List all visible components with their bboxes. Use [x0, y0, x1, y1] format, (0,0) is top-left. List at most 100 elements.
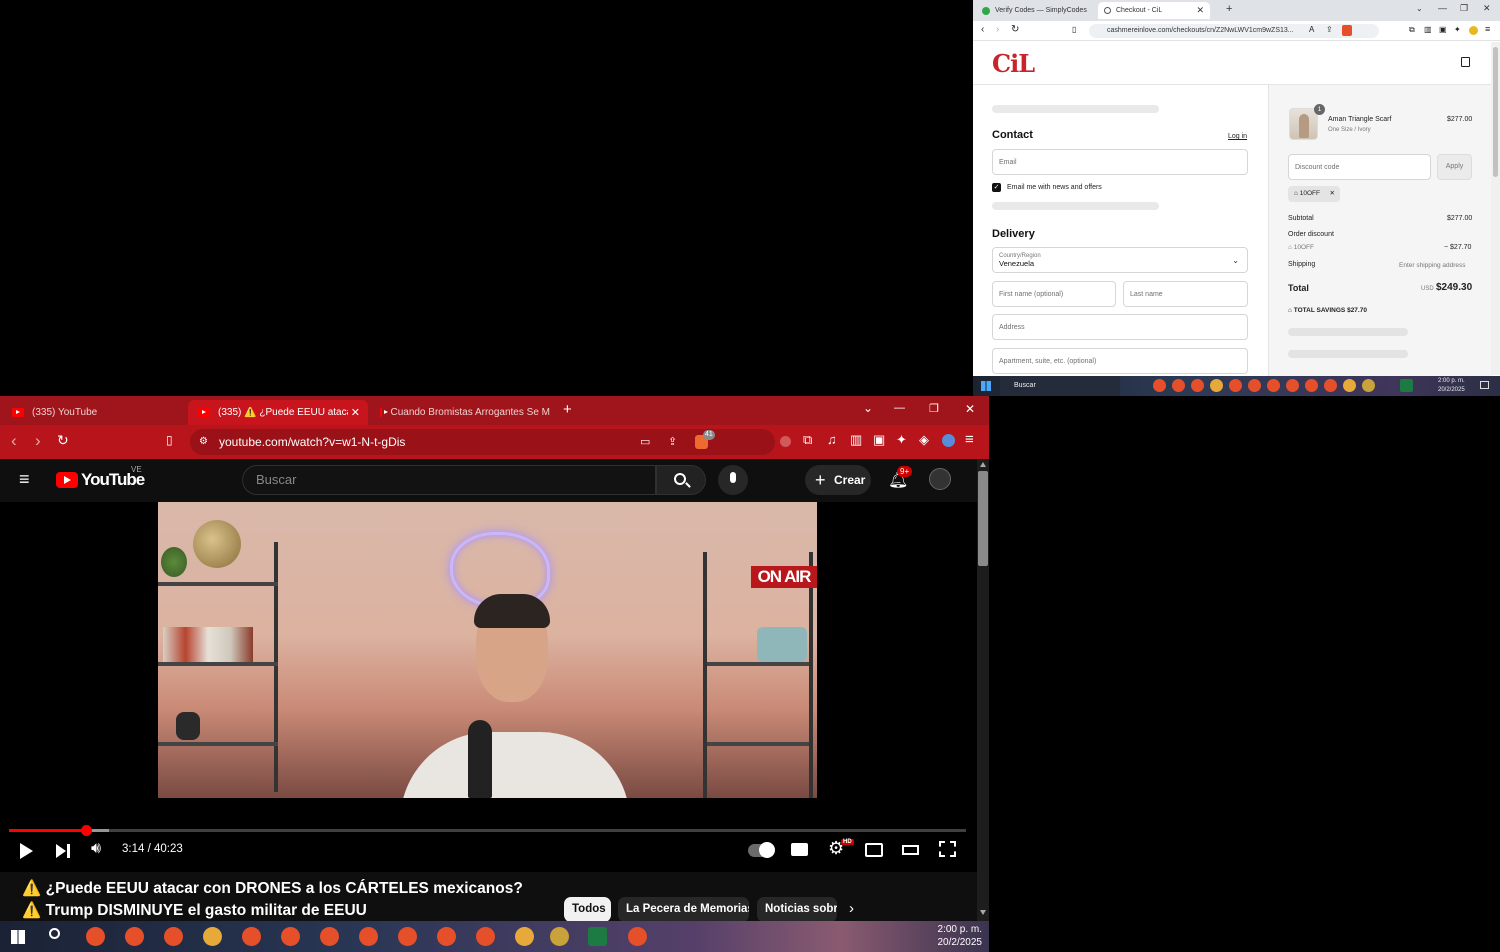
scrubber-handle[interactable]	[80, 825, 92, 836]
discount-code-field[interactable]: Discount code	[1288, 154, 1431, 180]
newsletter-checkbox[interactable]: ✓	[992, 183, 1001, 192]
youtube-scroll-up-icon[interactable]	[980, 462, 986, 467]
theater-mode-icon[interactable]	[902, 845, 919, 855]
login-link[interactable]: Log in	[1228, 133, 1247, 140]
forward-icon[interactable]: ›	[996, 24, 999, 35]
apartment-field[interactable]: Apartment, suite, etc. (optional)	[992, 348, 1248, 374]
brave-taskbar-icon[interactable]	[1172, 379, 1185, 392]
excel-taskbar-icon[interactable]	[588, 927, 607, 946]
create-button[interactable]: + Crear	[805, 465, 871, 495]
tab-list-chevron-icon[interactable]: ⌄	[1416, 4, 1423, 13]
minimize-icon[interactable]: —	[1438, 3, 1447, 13]
youtube-search-input[interactable]: Buscar	[242, 465, 656, 495]
brave-taskbar-icon[interactable]	[550, 927, 569, 946]
brave-taskbar-icon[interactable]	[1305, 379, 1318, 392]
tab-close-icon[interactable]: ✕	[1196, 5, 1204, 16]
brave-taskbar-icon[interactable]	[1248, 379, 1261, 392]
sidebar-icon[interactable]: ▥	[850, 432, 862, 448]
cil-logo[interactable]: CiL	[992, 49, 1035, 78]
brave-taskbar-icon[interactable]	[164, 927, 183, 946]
bookmark-icon[interactable]: ▯	[1072, 25, 1076, 34]
bookmark-icon[interactable]: ▯	[166, 433, 173, 447]
brave-shield-icon[interactable]	[1342, 25, 1352, 36]
brave-taskbar-icon[interactable]	[515, 927, 534, 946]
extensions-icon[interactable]: ⧉	[803, 432, 812, 448]
country-select[interactable]: Country/Region Venezuela ⌄	[992, 247, 1248, 273]
chip-pecera[interactable]: La Pecera de Memorias	[618, 897, 749, 921]
apply-button[interactable]: Apply	[1437, 154, 1472, 180]
tab-checkout[interactable]: Checkout - CiL ✕	[1098, 2, 1210, 19]
menu-icon[interactable]: ≡	[1485, 24, 1490, 34]
checkout-address-bar[interactable]: cashmereinlove.com/checkouts/cn/Z2NwLWV1…	[1089, 24, 1379, 38]
reload-icon[interactable]: ↻	[1011, 24, 1019, 35]
record-icon[interactable]	[780, 436, 791, 447]
brave-taskbar-icon[interactable]	[476, 927, 495, 946]
checkout-scroll-thumb[interactable]	[1493, 47, 1498, 177]
last-name-field[interactable]: Last name	[1123, 281, 1248, 307]
cast-icon[interactable]: ▭	[640, 429, 650, 455]
taskbar-search-box[interactable]: Buscar	[1000, 376, 1120, 396]
youtube-address-bar[interactable]: ⚙ youtube.com/watch?v=w1-N-t-gDis ▭ ⇪ 41	[190, 429, 775, 455]
brave-taskbar-icon[interactable]	[1343, 379, 1356, 392]
email-field[interactable]: Email	[992, 149, 1248, 175]
leo-icon[interactable]: ✦	[896, 432, 907, 448]
taskbar-clock[interactable]: 2:00 p. m. 20/2/2025	[930, 923, 983, 949]
minimize-icon[interactable]: —	[894, 402, 905, 414]
brave-taskbar-icon[interactable]	[398, 927, 417, 946]
new-tab-icon[interactable]: +	[1226, 3, 1232, 15]
excel-taskbar-icon[interactable]	[1400, 379, 1413, 392]
close-window-icon[interactable]: ✕	[965, 402, 975, 416]
chips-next-chevron-icon[interactable]: ›	[849, 900, 854, 917]
shopping-bag-icon[interactable]	[1461, 57, 1470, 67]
play-icon[interactable]	[20, 843, 33, 859]
brave-taskbar-icon[interactable]	[1210, 379, 1223, 392]
brave-taskbar-icon[interactable]	[628, 927, 647, 946]
site-settings-icon[interactable]: ⚙	[199, 429, 208, 455]
profile-icon[interactable]	[942, 434, 955, 447]
youtube-scrollbar[interactable]	[977, 459, 989, 921]
brave-taskbar-icon[interactable]	[1153, 379, 1166, 392]
volume-icon[interactable]: 🔊︎	[91, 840, 101, 858]
brave-taskbar-icon[interactable]	[1229, 379, 1242, 392]
extensions-icon[interactable]: ⧉	[1409, 25, 1415, 35]
fullscreen-icon[interactable]	[939, 841, 956, 857]
miniplayer-icon[interactable]	[865, 843, 883, 857]
profile-icon[interactable]	[1469, 26, 1478, 35]
chip-noticias[interactable]: Noticias sobre	[757, 897, 837, 921]
new-tab-icon[interactable]: +	[563, 401, 572, 418]
brave-taskbar-icon[interactable]	[1191, 379, 1204, 392]
progress-bar[interactable]	[9, 825, 966, 836]
hamburger-menu-icon[interactable]: ≡	[19, 469, 30, 490]
video-player[interactable]: ON AIR 🔊︎ 3:14 / 40:23 ⚙ HD	[0, 502, 977, 872]
checkout-taskbar-clock[interactable]: 2:00 p. m. 20/2/2025	[1438, 377, 1465, 395]
brave-taskbar-icon[interactable]	[1362, 379, 1375, 392]
brave-taskbar-icon[interactable]	[437, 927, 456, 946]
forward-icon[interactable]: ›	[35, 431, 41, 451]
close-window-icon[interactable]: ✕	[1483, 3, 1491, 14]
wallet-icon[interactable]: ▣	[1439, 25, 1447, 34]
menu-icon[interactable]: ≡	[965, 431, 974, 448]
windows-start-icon[interactable]	[981, 381, 991, 391]
brave-taskbar-icon[interactable]	[1324, 379, 1337, 392]
share-icon[interactable]: ⇪	[1326, 25, 1333, 34]
tab-close-icon[interactable]: ✕	[351, 406, 360, 419]
sidebar-icon[interactable]: ▥	[1424, 25, 1432, 34]
back-icon[interactable]: ‹	[11, 431, 17, 451]
first-name-field[interactable]: First name (optional)	[992, 281, 1116, 307]
tab-current-video[interactable]: (335) ⚠️ ¿Puede EEUU atacar co ✕	[188, 400, 368, 425]
back-icon[interactable]: ‹	[981, 24, 984, 35]
chip-all[interactable]: Todos	[564, 897, 611, 921]
brave-taskbar-icon[interactable]	[203, 927, 222, 946]
brave-taskbar-icon[interactable]	[242, 927, 261, 946]
brave-taskbar-icon[interactable]	[359, 927, 378, 946]
translate-icon[interactable]: A	[1309, 25, 1314, 34]
brave-taskbar-icon[interactable]	[1286, 379, 1299, 392]
taskbar-search-icon[interactable]	[49, 928, 60, 939]
tab-bromistas[interactable]: Cuando Bromistas Arrogantes Se M	[370, 400, 550, 425]
tab-verify-codes[interactable]: Verify Codes — SimplyCodes	[976, 2, 1098, 19]
music-icon[interactable]: ♫	[827, 432, 837, 447]
address-field[interactable]: Address	[992, 314, 1248, 340]
next-icon[interactable]	[56, 844, 66, 858]
remove-code-icon[interactable]: ✕	[1330, 186, 1335, 202]
restore-icon[interactable]: ❐	[929, 402, 939, 415]
